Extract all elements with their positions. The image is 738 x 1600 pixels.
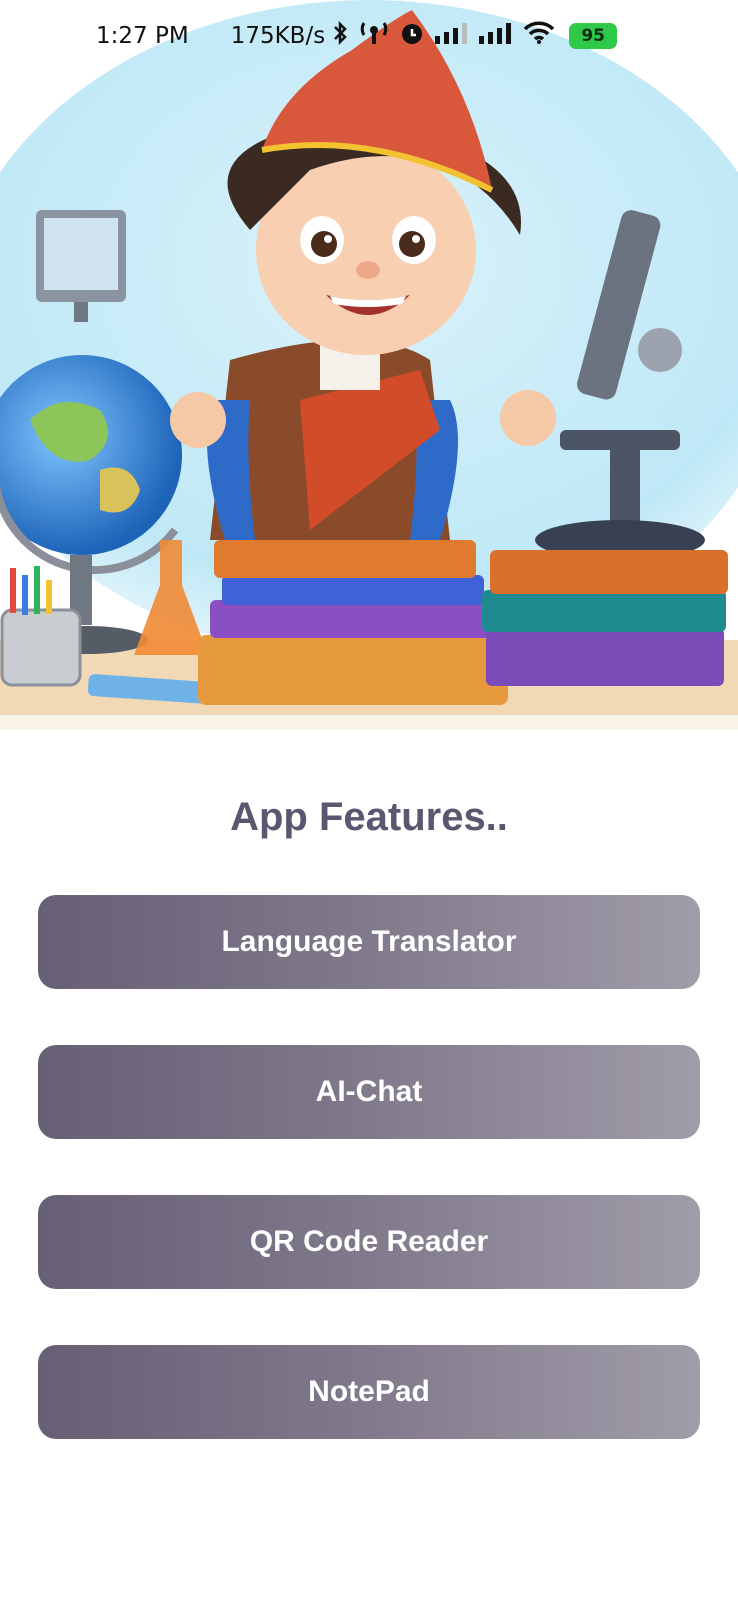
ai-chat-button[interactable]: AI-Chat (38, 1045, 700, 1139)
battery-level: 95 (581, 26, 606, 46)
alarm-icon (399, 20, 425, 52)
status-time: 1:27 PM (96, 23, 189, 49)
notepad-button[interactable]: NotePad (38, 1345, 700, 1439)
wifi-icon (523, 21, 555, 51)
signal-icon (435, 22, 469, 50)
hero-illustration (0, 0, 738, 740)
status-bar: 1:27 PM 175KB/s 95 (0, 0, 738, 72)
signal-icon (479, 22, 513, 50)
bluetooth-icon (331, 20, 349, 51)
qr-code-reader-button[interactable]: QR Code Reader (38, 1195, 700, 1289)
hotspot-icon (359, 21, 389, 51)
battery-icon: 95 (569, 23, 618, 49)
language-translator-button[interactable]: Language Translator (38, 895, 700, 989)
page-title: App Features.. (230, 795, 508, 839)
network-speed: 175KB/s (230, 23, 326, 49)
feature-list: Language Translator AI-Chat QR Code Read… (38, 895, 700, 1495)
